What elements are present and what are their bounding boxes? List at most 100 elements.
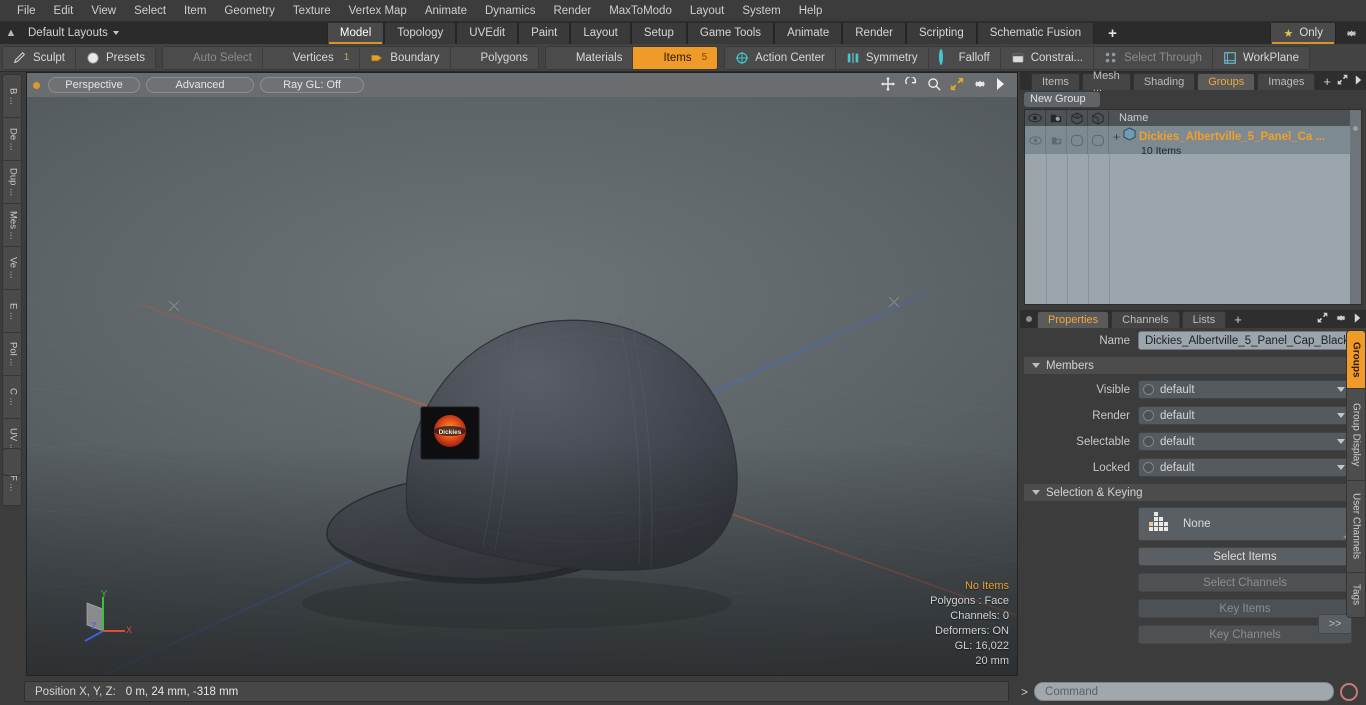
menu-item-render[interactable]: Render xyxy=(544,2,600,20)
gear-icon[interactable] xyxy=(973,77,987,93)
left-tab-curve[interactable]: C ... xyxy=(3,376,21,419)
menu-item-maxtomodo[interactable]: MaxToModo xyxy=(600,2,681,20)
viewport-3d-canvas[interactable]: Dickies Y X Z No Items Polygons : Face C… xyxy=(27,97,1017,675)
action-center-button[interactable]: Action Center xyxy=(725,46,836,69)
presets-button[interactable]: Presets xyxy=(76,47,155,69)
row-shade-toggle[interactable] xyxy=(1088,126,1109,154)
menu-item-file[interactable]: File xyxy=(8,2,45,20)
viewport-raygl-toggle[interactable]: Ray GL: Off xyxy=(260,77,364,93)
selectable-dropdown[interactable]: default xyxy=(1138,432,1352,451)
expander-icon[interactable]: + xyxy=(1113,131,1120,143)
left-tab-duplicate[interactable]: Dup ... xyxy=(3,161,21,204)
default-layouts-dropdown[interactable]: Default Layouts xyxy=(22,27,129,39)
home-icon[interactable]: ▲ xyxy=(0,23,22,43)
maximize-icon[interactable] xyxy=(1317,312,1328,326)
select-channels-button[interactable]: Select Channels xyxy=(1138,573,1352,592)
gear-icon[interactable] xyxy=(1336,23,1366,44)
zoom-icon[interactable] xyxy=(927,77,941,93)
vertices-button[interactable]: Vertices 1 xyxy=(263,46,361,69)
auto-select-button[interactable]: Auto Select xyxy=(163,46,263,69)
menu-item-texture[interactable]: Texture xyxy=(284,2,340,20)
boundary-button[interactable]: Boundary xyxy=(360,46,451,69)
selection-set-picker[interactable]: None xyxy=(1138,507,1352,541)
only-toggle-button[interactable]: ★ Only xyxy=(1270,22,1336,44)
left-tab-deform[interactable]: De ... xyxy=(3,118,21,161)
add-properties-tab-button[interactable]: + xyxy=(1228,312,1248,327)
viewport-menu-dot-icon[interactable] xyxy=(33,81,40,89)
name-field[interactable]: Dickies_Albertville_5_Panel_Cap_Black xyxy=(1138,331,1352,350)
tab-paint[interactable]: Paint xyxy=(518,22,571,44)
constraint-button[interactable]: Constrai... xyxy=(1001,46,1095,69)
materials-button[interactable]: Materials xyxy=(546,46,634,69)
side-tab-group-display[interactable]: Group Display xyxy=(1347,389,1365,481)
left-tab-edge[interactable]: E ... xyxy=(3,290,21,333)
tab-mesh[interactable]: Mesh ... xyxy=(1081,70,1131,94)
add-tab-button[interactable]: + xyxy=(1094,22,1131,44)
menu-item-geometry[interactable]: Geometry xyxy=(215,2,284,20)
tab-channels[interactable]: Channels xyxy=(1111,310,1180,328)
viewport-view-mode-dropdown[interactable]: Perspective xyxy=(48,77,140,93)
menu-item-layout[interactable]: Layout xyxy=(681,2,734,20)
tab-render[interactable]: Render xyxy=(842,22,906,44)
polygons-button[interactable]: Polygons xyxy=(451,47,538,69)
tab-schematic-fusion[interactable]: Schematic Fusion xyxy=(976,22,1095,44)
left-tab-basic[interactable]: B ... xyxy=(3,75,21,118)
tab-items[interactable]: Items xyxy=(1031,72,1080,90)
viewport-shading-dropdown[interactable]: Advanced xyxy=(146,77,254,93)
menu-item-select[interactable]: Select xyxy=(125,2,175,20)
symmetry-button[interactable]: Symmetry xyxy=(836,46,929,69)
rotate-icon[interactable] xyxy=(904,75,918,93)
render-dropdown[interactable]: default xyxy=(1138,406,1352,425)
tab-images[interactable]: Images xyxy=(1257,72,1316,90)
select-through-button[interactable]: Select Through xyxy=(1094,46,1213,69)
new-group-button[interactable]: New Group xyxy=(1024,91,1100,107)
properties-menu-dot-icon[interactable] xyxy=(1026,316,1032,322)
toggle-circle-icon[interactable] xyxy=(1143,462,1154,473)
left-tab-extra[interactable] xyxy=(2,448,22,476)
chevron-right-icon[interactable] xyxy=(1355,74,1362,88)
group-list[interactable]: Name + Dickies_Albertville_5_Panel_Ca ..… xyxy=(1024,109,1362,305)
workplane-button[interactable]: WorkPlane xyxy=(1213,47,1309,69)
left-tab-mesh[interactable]: Mes ... xyxy=(3,204,21,247)
locked-dropdown[interactable]: default xyxy=(1138,458,1352,477)
tab-game-tools[interactable]: Game Tools xyxy=(686,22,775,44)
row-render-toggle[interactable] xyxy=(1046,126,1067,154)
chevron-right-icon[interactable] xyxy=(1354,312,1361,326)
menu-item-view[interactable]: View xyxy=(82,2,125,20)
sculpt-button[interactable]: Sculpt xyxy=(3,46,76,69)
record-icon[interactable] xyxy=(1340,682,1358,701)
menu-item-animate[interactable]: Animate xyxy=(416,2,476,20)
tab-layout[interactable]: Layout xyxy=(570,22,631,44)
tab-lists[interactable]: Lists xyxy=(1181,310,1227,328)
group-list-scrollbar[interactable] xyxy=(1350,110,1361,304)
side-tab-groups[interactable]: Groups xyxy=(1347,331,1365,389)
table-row[interactable]: + Dickies_Albertville_5_Panel_Ca ... 10 … xyxy=(1025,126,1361,157)
chevron-right-icon[interactable] xyxy=(996,78,1005,92)
toggle-circle-icon[interactable] xyxy=(1143,410,1154,421)
left-tab-polygon[interactable]: Pol ... xyxy=(3,333,21,376)
falloff-button[interactable]: Falloff xyxy=(929,46,1001,69)
tab-animate[interactable]: Animate xyxy=(774,22,843,44)
tab-setup[interactable]: Setup xyxy=(630,22,687,44)
visible-dropdown[interactable]: default xyxy=(1138,380,1352,399)
menu-item-dynamics[interactable]: Dynamics xyxy=(476,2,544,20)
select-items-button[interactable]: Select Items xyxy=(1138,547,1352,566)
menu-item-item[interactable]: Item xyxy=(175,2,215,20)
section-selection-keying[interactable]: Selection & Keying xyxy=(1024,484,1352,501)
tab-properties[interactable]: Properties xyxy=(1037,310,1110,328)
menu-item-system[interactable]: System xyxy=(733,2,789,20)
tab-uvedit[interactable]: UVEdit xyxy=(456,22,519,44)
maximize-icon[interactable] xyxy=(1337,74,1348,88)
side-tab-tags[interactable]: Tags xyxy=(1347,573,1365,617)
fit-icon[interactable] xyxy=(950,77,964,93)
row-visible-toggle[interactable] xyxy=(1025,126,1046,154)
tab-model[interactable]: Model xyxy=(326,22,385,44)
add-panel-tab-button[interactable]: + xyxy=(1317,74,1337,89)
row-name-cell[interactable]: + Dickies_Albertville_5_Panel_Ca ... 10 … xyxy=(1109,126,1361,157)
side-tab-user-channels[interactable]: User Channels xyxy=(1347,481,1365,573)
menu-item-vertex-map[interactable]: Vertex Map xyxy=(340,2,416,20)
toggle-circle-icon[interactable] xyxy=(1143,384,1154,395)
section-members[interactable]: Members xyxy=(1024,357,1352,374)
items-button[interactable]: Items 5 xyxy=(633,46,718,69)
tab-groups[interactable]: Groups xyxy=(1197,72,1256,90)
